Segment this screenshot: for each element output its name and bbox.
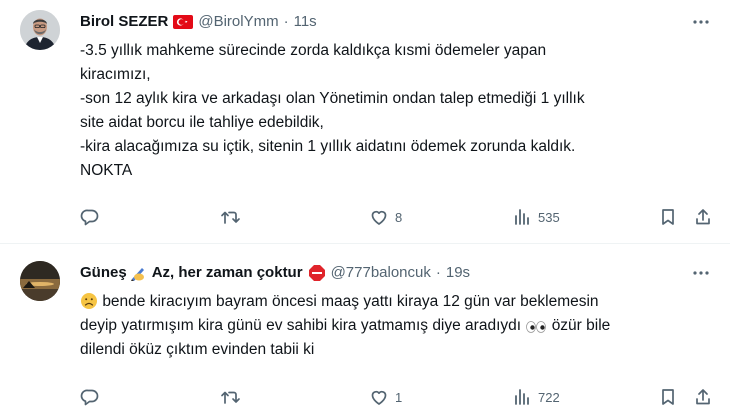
tweet-line: kiracımızı, bbox=[80, 66, 151, 83]
author-name[interactable]: Birol SEZER bbox=[80, 11, 168, 33]
heart-icon bbox=[371, 210, 387, 225]
views-button[interactable]: 535 bbox=[512, 206, 560, 228]
tweet-line: dilendi öküz çıktım evinden tabii ki bbox=[80, 341, 315, 358]
tweet-text: -3.5 yıllık mahkeme sürecinde zorda kald… bbox=[80, 39, 700, 183]
author-name-part2[interactable]: Az, her zaman çoktur bbox=[152, 262, 303, 284]
bookmark-icon bbox=[662, 389, 674, 405]
separator-dot: · bbox=[283, 13, 289, 30]
tweet-line: -3.5 yıllık mahkeme sürecinde zorda kald… bbox=[80, 42, 547, 59]
tweet-line: bende kiracıyım bayram öncesi maaş yattı… bbox=[80, 290, 700, 314]
avatar[interactable] bbox=[20, 261, 60, 301]
like-button[interactable]: 1 bbox=[369, 386, 402, 408]
views-count: 535 bbox=[538, 209, 560, 225]
views-chart-icon bbox=[515, 389, 529, 405]
share-icon bbox=[696, 389, 710, 405]
timestamp[interactable]: 19s bbox=[446, 262, 470, 284]
writing-hand-emoji bbox=[129, 264, 147, 282]
retweet-button[interactable] bbox=[220, 206, 248, 228]
tweet-text-segment: bende kiracıyım bayram öncesi maaş yattı… bbox=[102, 293, 599, 310]
tweet-line: deyip yatırmışım kira günü ev sahibi kir… bbox=[80, 314, 700, 338]
like-button[interactable]: 8 bbox=[369, 206, 402, 228]
share-button[interactable] bbox=[693, 386, 713, 408]
tweet-line: -son 12 aylık kira ve arkadaşı olan Yöne… bbox=[80, 90, 585, 107]
tweet-line: NOKTA bbox=[80, 162, 133, 179]
views-button[interactable]: 722 bbox=[512, 386, 560, 408]
author-name[interactable]: Güneş bbox=[80, 262, 127, 284]
more-icon bbox=[693, 271, 709, 275]
retweet-icon bbox=[221, 211, 240, 224]
more-options-button[interactable] bbox=[690, 11, 712, 33]
tweet-header: Birol SEZER @BirolYmm · 11s bbox=[80, 11, 317, 33]
share-button[interactable] bbox=[693, 206, 713, 228]
turkey-flag-icon bbox=[173, 15, 194, 29]
tweet-header: Güneş Az, her zaman çoktur @777baloncuk … bbox=[80, 262, 470, 284]
bookmark-button[interactable] bbox=[658, 206, 678, 228]
tweet[interactable]: Birol SEZER @BirolYmm · 11s -3.5 yıllık … bbox=[0, 0, 730, 244]
more-options-button[interactable] bbox=[690, 262, 712, 284]
action-bar: 8 535 bbox=[80, 206, 710, 228]
action-bar: 1 722 bbox=[80, 386, 710, 408]
reply-icon bbox=[80, 389, 99, 406]
tweet[interactable]: Güneş Az, her zaman çoktur @777baloncuk … bbox=[0, 245, 730, 420]
tweet-text-segment: deyip yatırmışım kira günü ev sahibi kir… bbox=[80, 317, 522, 334]
share-icon bbox=[696, 209, 710, 225]
heart-icon bbox=[371, 390, 387, 405]
retweet-icon bbox=[221, 391, 240, 404]
like-count: 1 bbox=[395, 389, 403, 405]
bookmark-button[interactable] bbox=[658, 386, 678, 408]
separator-dot: · bbox=[435, 264, 441, 281]
author-handle[interactable]: @777baloncuk bbox=[331, 262, 431, 284]
stop-sign-emoji bbox=[308, 264, 326, 282]
retweet-button[interactable] bbox=[220, 386, 248, 408]
tweet-line: site aidat borcu ile tahliye edebildik, bbox=[80, 114, 324, 131]
avatar[interactable] bbox=[20, 10, 60, 50]
tweet-text: bende kiracıyım bayram öncesi maaş yattı… bbox=[80, 290, 700, 362]
reply-button[interactable] bbox=[80, 206, 106, 228]
bookmark-icon bbox=[662, 209, 674, 225]
timestamp[interactable]: 11s bbox=[294, 11, 317, 33]
frowning-face-emoji bbox=[80, 292, 98, 310]
tweet-line: -kira alacağımıza su içtik, sitenin 1 yı… bbox=[80, 138, 576, 155]
eyes-emoji bbox=[525, 320, 547, 334]
reply-button[interactable] bbox=[80, 386, 106, 408]
like-count: 8 bbox=[395, 209, 403, 225]
more-icon bbox=[693, 20, 709, 24]
views-chart-icon bbox=[515, 209, 529, 225]
tweet-text-segment: özür bile bbox=[551, 317, 611, 334]
author-handle[interactable]: @BirolYmm bbox=[198, 11, 278, 33]
reply-icon bbox=[80, 209, 99, 226]
views-count: 722 bbox=[538, 389, 560, 405]
